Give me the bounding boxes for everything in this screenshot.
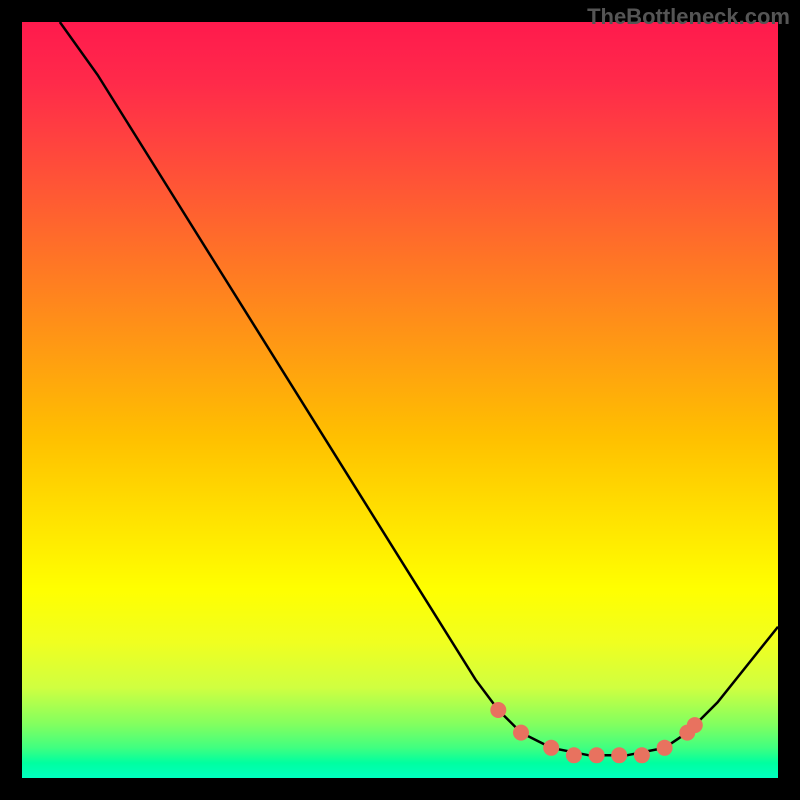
chart-svg [22,22,778,778]
chart-plot-area [22,22,778,778]
curve-marker [687,717,703,733]
curve-marker [543,740,559,756]
curve-marker [657,740,673,756]
curve-marker [634,747,650,763]
curve-marker [566,747,582,763]
curve-marker [589,747,605,763]
curve-markers [490,702,703,763]
watermark-text: TheBottleneck.com [587,4,790,30]
curve-marker [490,702,506,718]
curve-marker [513,725,529,741]
bottleneck-curve [60,22,778,755]
curve-marker [611,747,627,763]
